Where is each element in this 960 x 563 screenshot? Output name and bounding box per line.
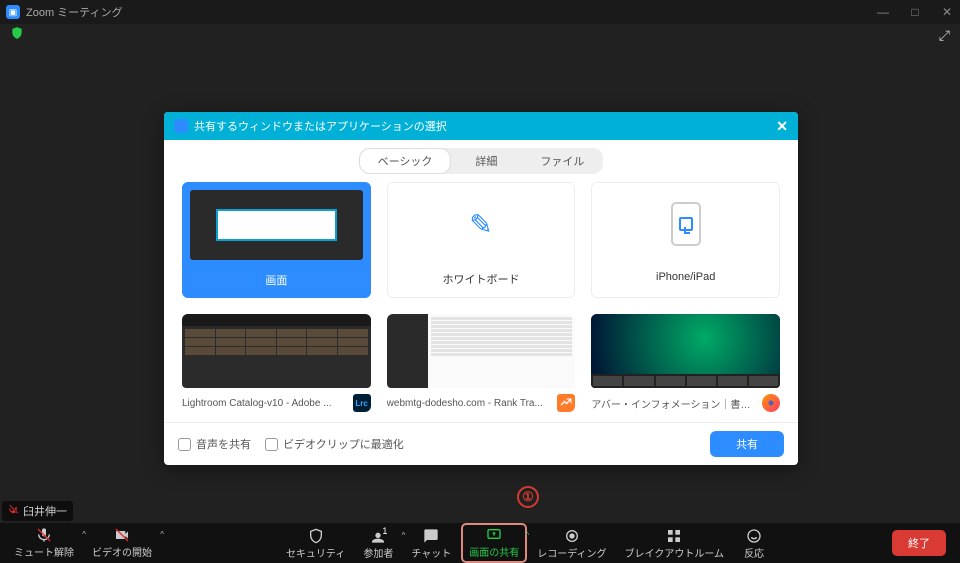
share-dialog-icon xyxy=(174,119,188,133)
toolbar-mute-button[interactable]: ミュート解除 ^ xyxy=(6,524,82,562)
window-controls: — □ ✕ xyxy=(876,5,954,19)
annotation-1: ① xyxy=(517,486,539,508)
participant-name: 臼井伸一 xyxy=(23,503,67,519)
device-icon xyxy=(671,202,701,246)
toolbar-participants-button[interactable]: 1 参加者 ^ xyxy=(355,525,401,563)
share-option-whiteboard[interactable]: ✎ ホワイトボード xyxy=(387,182,576,298)
window-minimize-button[interactable]: — xyxy=(876,5,890,19)
toolbar-chat-label: チャット xyxy=(411,545,451,560)
lightroom-app-icon: Lrc xyxy=(353,394,371,412)
share-option-ranktracker[interactable]: webmtg-dodesho.com - Rank Tra... xyxy=(387,314,576,412)
share-button[interactable]: 共有 xyxy=(710,431,784,457)
share-dialog-header: 共有するウィンドウまたはアプリケーションの選択 ✕ xyxy=(164,112,798,140)
share-dialog-tabs: ベーシック 詳細 ファイル xyxy=(164,140,798,182)
encryption-shield-icon[interactable] xyxy=(10,26,24,45)
optimize-video-checkbox[interactable]: ビデオクリップに最適化 xyxy=(265,436,404,452)
firefox-app-icon xyxy=(762,394,780,412)
share-audio-checkbox[interactable]: 音声を共有 xyxy=(178,436,251,452)
fullscreen-icon[interactable]: ⤢ xyxy=(939,27,950,44)
share-options-grid: 画面 ✎ ホワイトボード iPhone/iPad Lightroom Catal… xyxy=(164,182,798,422)
share-dialog-title: 共有するウィンドウまたはアプリケーションの選択 xyxy=(194,118,447,134)
toolbar-breakout-button[interactable]: ブレイクアウトルーム xyxy=(617,525,733,563)
share-option-lightroom[interactable]: Lightroom Catalog-v10 - Adobe ... Lrc xyxy=(182,314,371,412)
meeting-stage: 臼井伸一 共有するウィンドウまたはアプリケーションの選択 ✕ ベーシック 詳細 … xyxy=(0,46,960,523)
window-titlebar: ▣ Zoom ミーティング — □ ✕ xyxy=(0,0,960,24)
checkbox-icon xyxy=(265,438,278,451)
toolbar-record-label: レコーディング xyxy=(537,545,606,560)
share-option-firefox-label: アバー・インフォメーション｜書画カメ... xyxy=(591,396,758,411)
toolbar-reactions-button[interactable]: 反応 xyxy=(734,525,774,563)
tab-file[interactable]: ファイル xyxy=(522,149,602,173)
share-option-ranktracker-label: webmtg-dodesho.com - Rank Tra... xyxy=(387,398,554,409)
tab-advanced[interactable]: 詳細 xyxy=(450,149,522,173)
share-dialog-footer: 音声を共有 ビデオクリップに最適化 共有 xyxy=(164,422,798,465)
share-audio-label: 音声を共有 xyxy=(196,436,251,452)
meeting-topbar: ⤢ xyxy=(0,24,960,46)
toolbar-share-label: 画面の共有 xyxy=(469,544,519,559)
share-tabs-wrap: ベーシック 詳細 ファイル xyxy=(359,148,604,174)
end-meeting-button[interactable]: 終了 xyxy=(892,530,946,556)
meeting-toolbar: ミュート解除 ^ ビデオの開始 ^ セキュリティ 1 参加者 ^ チャット 画面… xyxy=(0,523,960,563)
optimize-video-label: ビデオクリップに最適化 xyxy=(283,436,404,452)
toolbar-video-button[interactable]: ビデオの開始 ^ xyxy=(84,524,160,562)
toolbar-share-screen-button[interactable]: 画面の共有 ^ xyxy=(461,523,527,563)
checkbox-icon xyxy=(178,438,191,451)
toolbar-record-button[interactable]: レコーディング xyxy=(529,525,614,563)
toolbar-chat-button[interactable]: チャット xyxy=(403,525,459,563)
share-option-iphone-ipad[interactable]: iPhone/iPad xyxy=(591,182,780,298)
toolbar-security-button[interactable]: セキュリティ xyxy=(278,525,353,563)
share-option-iphone-label: iPhone/iPad xyxy=(592,265,779,291)
participants-count: 1 xyxy=(382,526,387,536)
toolbar-reactions-label: 反応 xyxy=(744,545,764,560)
toolbar-participants-label: 参加者 xyxy=(363,545,393,560)
share-option-whiteboard-label: ホワイトボード xyxy=(388,265,575,295)
toolbar-breakout-label: ブレイクアウトルーム xyxy=(625,545,725,560)
share-option-lightroom-label: Lightroom Catalog-v10 - Adobe ... xyxy=(182,398,349,409)
ranktracker-app-icon xyxy=(557,394,575,412)
toolbar-video-label: ビデオの開始 xyxy=(92,544,152,559)
toolbar-security-label: セキュリティ xyxy=(286,545,345,560)
chevron-up-icon[interactable]: ^ xyxy=(160,530,164,539)
participant-name-badge: 臼井伸一 xyxy=(2,501,73,521)
toolbar-mute-label: ミュート解除 xyxy=(14,544,74,559)
share-dialog: 共有するウィンドウまたはアプリケーションの選択 ✕ ベーシック 詳細 ファイル … xyxy=(164,112,798,465)
window-title: Zoom ミーティング xyxy=(26,4,123,20)
share-option-screen[interactable]: 画面 xyxy=(182,182,371,298)
tab-basic[interactable]: ベーシック xyxy=(360,149,451,173)
share-option-firefox[interactable]: アバー・インフォメーション｜書画カメ... xyxy=(591,314,780,412)
mic-muted-icon xyxy=(8,504,19,518)
pencil-icon: ✎ xyxy=(469,208,492,241)
window-close-button[interactable]: ✕ xyxy=(940,5,954,19)
window-maximize-button[interactable]: □ xyxy=(908,5,922,19)
share-option-screen-label: 画面 xyxy=(184,266,369,296)
share-dialog-close-button[interactable]: ✕ xyxy=(776,118,788,135)
zoom-app-icon: ▣ xyxy=(6,5,20,19)
